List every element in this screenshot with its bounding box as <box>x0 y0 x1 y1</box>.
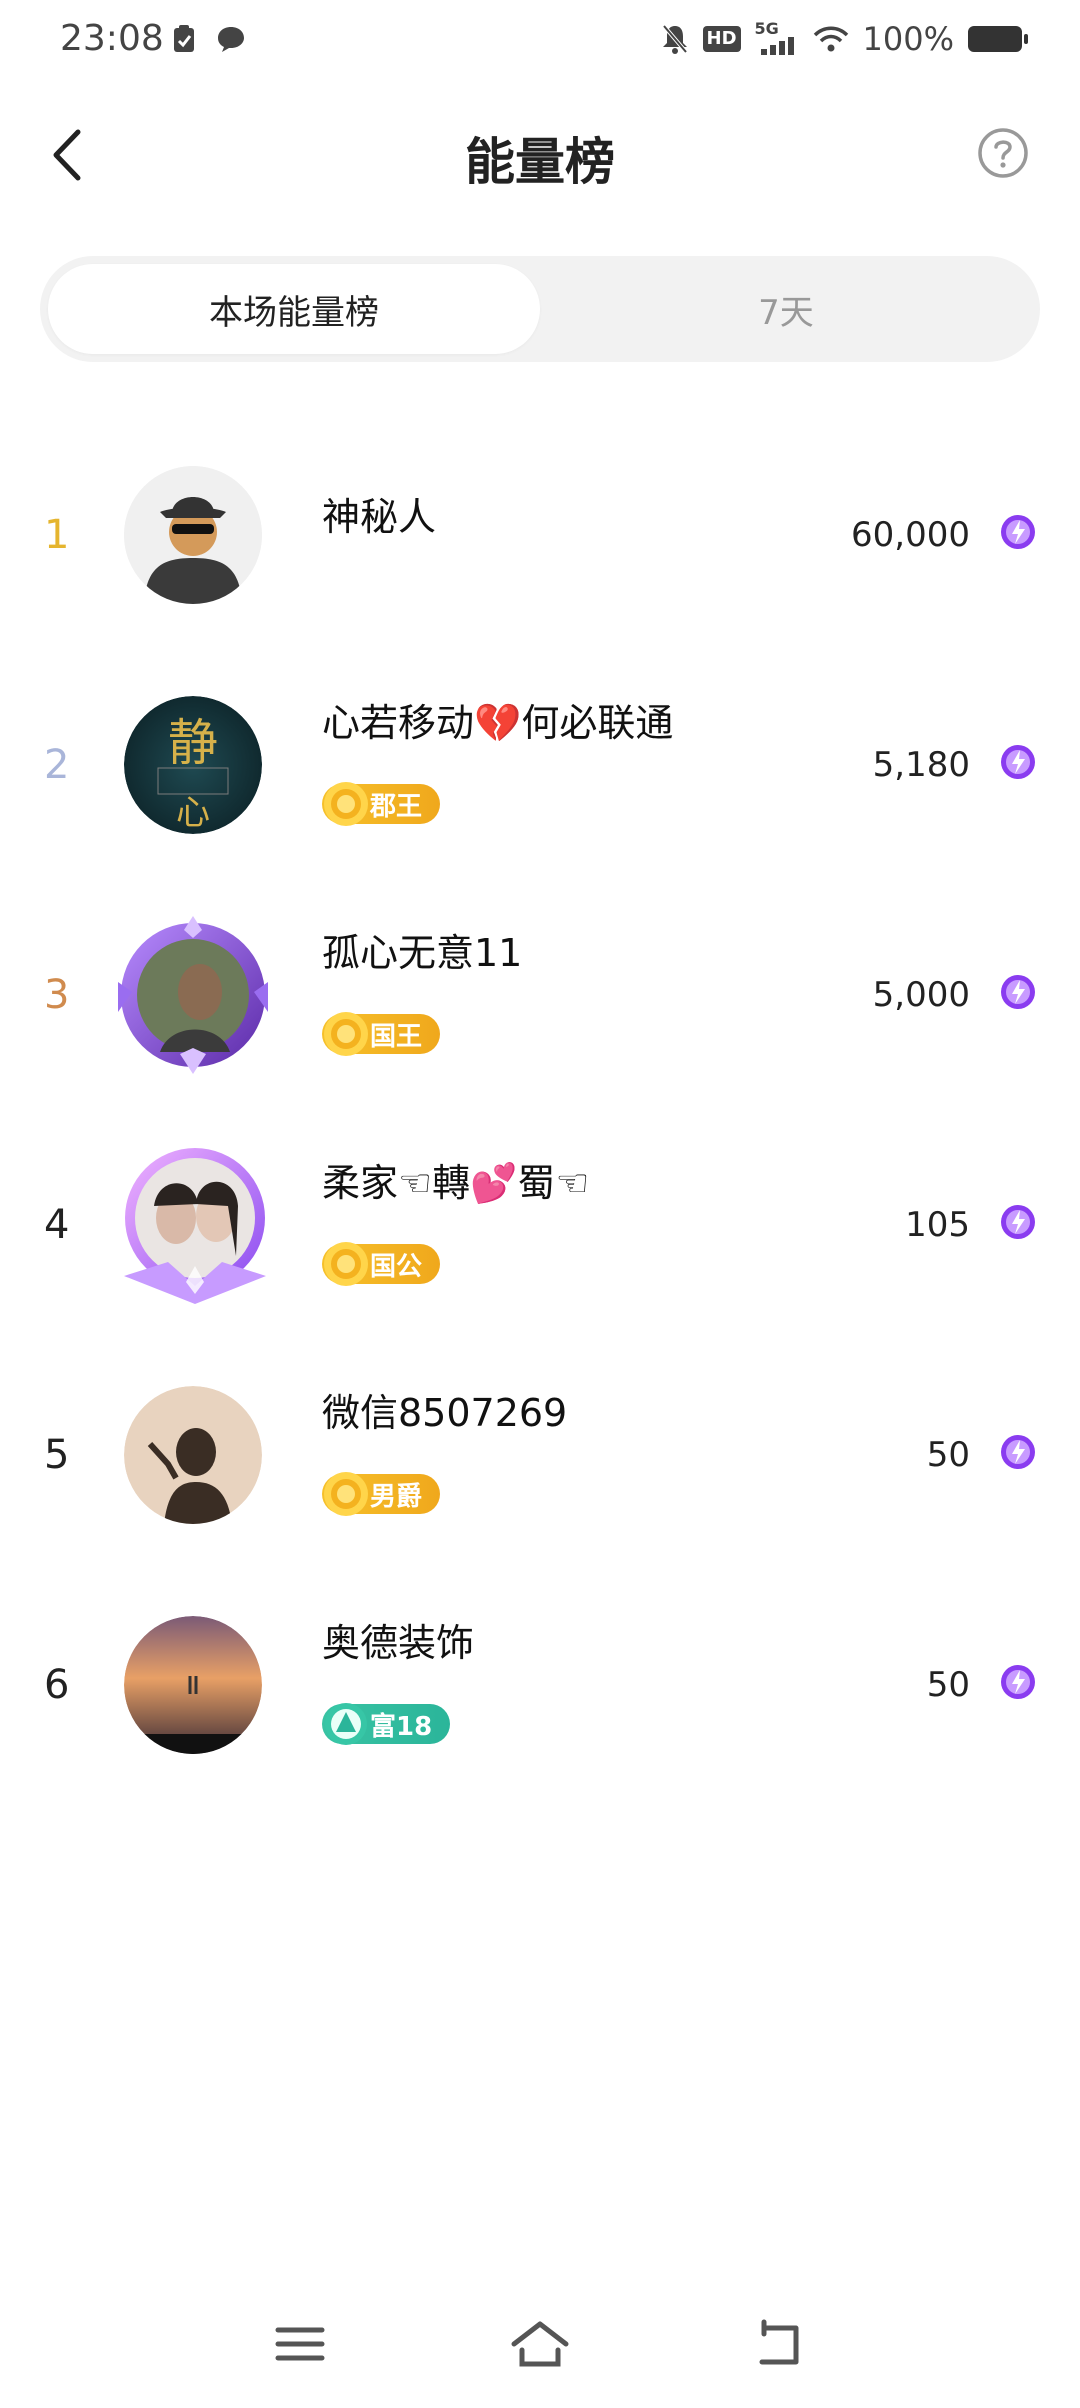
energy-icon <box>1001 745 1035 779</box>
gold-coin-icon <box>324 1242 368 1286</box>
user-name: 奥德装饰 <box>322 1621 475 1665</box>
avatar[interactable]: 静 心 <box>124 696 262 834</box>
energy-score: 50 <box>926 1665 970 1705</box>
user-name: 神秘人 <box>322 495 437 539</box>
tab-current-session[interactable]: 本场能量榜 <box>48 264 540 354</box>
sunset-avatar-image <box>124 1616 262 1754</box>
avatar[interactable] <box>124 1616 262 1754</box>
ranking-row[interactable]: 6 奥德装饰 富18 50 <box>0 1570 1080 1800</box>
svg-text:心: 心 <box>176 793 210 833</box>
gold-coin-icon <box>324 782 368 826</box>
help-button[interactable] <box>976 126 1030 180</box>
home-icon <box>511 2321 569 2367</box>
rank-badge: 富18 <box>322 1702 451 1746</box>
ranking-row[interactable]: 2 静 心 心若移动💔何必联通 郡王 5,180 <box>0 650 1080 880</box>
user-name: 孤心无意11 <box>322 931 523 975</box>
rank-number: 1 <box>44 512 70 558</box>
signal-bars-icon <box>760 37 794 55</box>
energy-score: 50 <box>926 1435 970 1475</box>
menu-icon <box>275 2327 325 2361</box>
energy-icon <box>1001 975 1035 1009</box>
status-bar: 23:08 HD 5G 100% <box>0 0 1080 84</box>
tab-7-days[interactable]: 7天 <box>540 264 1032 354</box>
home-button[interactable] <box>500 2304 580 2384</box>
avatar[interactable] <box>118 1146 272 1306</box>
energy-ranking-page: 23:08 HD 5G 100% 能量榜 本场能量榜 7天 1 神秘人 60,0… <box>0 0 1080 2408</box>
system-nav-bar <box>0 2278 1080 2408</box>
battery-icon <box>968 26 1028 52</box>
menu-button[interactable] <box>260 2304 340 2384</box>
energy-score: 5,180 <box>872 745 970 785</box>
gold-coin-icon <box>324 1012 368 1056</box>
return-icon <box>759 2319 799 2365</box>
notification-icons <box>172 24 246 54</box>
rank-number: 4 <box>44 1202 70 1248</box>
rank-number: 2 <box>44 742 70 788</box>
rank-badge: 男爵 <box>322 1472 441 1516</box>
ranking-row[interactable]: 3 孤心无意11 国王 5,000 <box>0 880 1080 1110</box>
hd-icon: HD <box>702 26 741 52</box>
ranking-row[interactable]: 5 微信8507269 男爵 50 <box>0 1340 1080 1570</box>
ranking-tabs: 本场能量榜 7天 <box>40 256 1040 362</box>
energy-icon <box>1001 515 1035 549</box>
avatar[interactable] <box>110 912 276 1078</box>
bell-off-icon <box>661 24 688 54</box>
help-icon <box>978 128 1028 178</box>
header: 能量榜 <box>0 100 1080 210</box>
message-bubble-icon <box>218 27 244 52</box>
svg-text:静: 静 <box>168 714 218 772</box>
status-time: 23:08 <box>60 18 164 59</box>
green-triangle-badge-icon <box>325 1703 367 1745</box>
user-name: 心若移动💔何必联通 <box>322 701 674 745</box>
rank-number: 5 <box>44 1432 70 1478</box>
rank-number: 6 <box>44 1662 70 1708</box>
energy-score: 60,000 <box>851 515 970 555</box>
energy-score: 5,000 <box>872 975 970 1015</box>
silhouette-avatar-image <box>124 1386 262 1524</box>
mystery-person-icon <box>124 466 262 604</box>
ranking-list: 1 神秘人 60,000 2 静 心 心若移动💔何必联通 郡王 5,180 3 … <box>0 420 1080 1800</box>
avatar[interactable] <box>124 1386 262 1524</box>
couple-avatar-image <box>124 1148 266 1304</box>
ranking-row[interactable]: 1 神秘人 60,000 <box>0 420 1080 650</box>
energy-icon <box>1001 1665 1035 1699</box>
gold-coin-icon <box>324 1472 368 1516</box>
wifi-icon <box>813 26 848 52</box>
energy-icon <box>1001 1435 1035 1469</box>
calligraphy-avatar-image: 静 心 <box>124 696 262 834</box>
energy-score: 105 <box>905 1205 970 1245</box>
user-name: 柔家☜轉💕蜀☜ <box>322 1161 590 1205</box>
rank-badge: 国公 <box>322 1242 441 1286</box>
signal-5g-icon: 5G <box>755 19 799 55</box>
energy-icon <box>1001 1205 1035 1239</box>
status-right: HD 5G 100% <box>661 19 1028 58</box>
page-title: 能量榜 <box>465 133 615 191</box>
user-name: 微信8507269 <box>322 1391 568 1435</box>
rank-number: 3 <box>44 972 70 1018</box>
battery-percent: 100% <box>862 20 954 58</box>
avatar[interactable] <box>124 466 262 604</box>
rank-badge: 郡王 <box>322 782 441 826</box>
purple-frame-avatar-image <box>118 916 268 1074</box>
clipboard-check-icon <box>174 25 194 52</box>
rank-badge: 国王 <box>322 1012 441 1056</box>
back-nav-button[interactable] <box>740 2304 820 2384</box>
ranking-row[interactable]: 4 柔家☜轉💕蜀☜ 国公 105 <box>0 1110 1080 1340</box>
